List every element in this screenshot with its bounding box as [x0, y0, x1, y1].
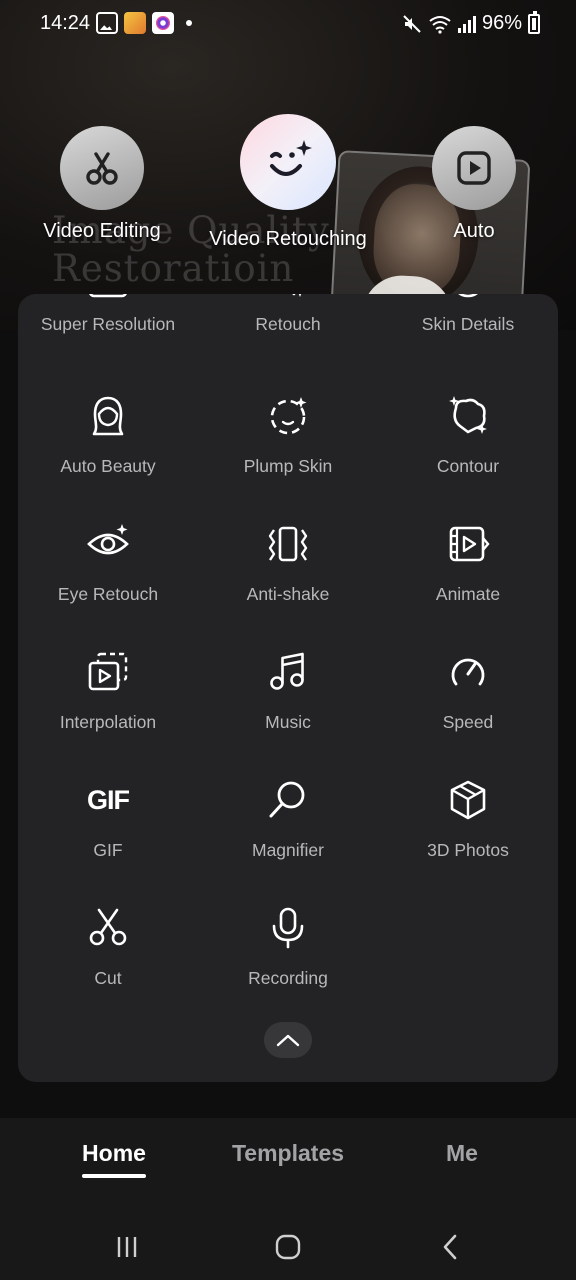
- status-time: 14:24: [40, 12, 91, 34]
- tool-interpolation[interactable]: Interpolation: [18, 650, 198, 770]
- video-editing-label: Video Editing: [43, 220, 161, 242]
- tool-label: 3D Photos: [427, 840, 509, 860]
- video-retouching-label: Video Retouching: [209, 228, 367, 250]
- animate-icon: [446, 522, 490, 566]
- tab-me[interactable]: Me: [422, 1140, 502, 1167]
- tool-label: Retouch: [255, 314, 321, 334]
- tool-super-resolution[interactable]: Super Resolution: [18, 294, 198, 400]
- music-note-icon: [266, 650, 310, 694]
- scissors-icon: [86, 906, 130, 950]
- tool-label: Auto Beauty: [60, 456, 156, 476]
- tool-eye-retouch[interactable]: Eye Retouch: [18, 522, 198, 642]
- scissors-icon: [86, 152, 118, 185]
- tool-label: Anti-shake: [246, 584, 330, 604]
- gallery-icon: [96, 12, 118, 34]
- tool-label: Recording: [248, 968, 328, 988]
- tool-label: Music: [265, 712, 311, 732]
- tool-label: Super Resolution: [40, 314, 176, 334]
- tool-label: Eye Retouch: [57, 584, 159, 604]
- video-editing-button[interactable]: Video Editing: [30, 126, 174, 243]
- tool-label: Magnifier: [252, 840, 324, 860]
- tool-animate[interactable]: Animate: [378, 522, 558, 642]
- tool-anti-shake[interactable]: Anti-shake: [198, 522, 378, 642]
- tool-plump-skin[interactable]: Plump Skin: [198, 394, 378, 514]
- tool-label: Contour: [436, 456, 500, 476]
- anti-shake-icon: [266, 522, 310, 566]
- auto-circle: [432, 126, 516, 210]
- more-notifications-dot: [186, 20, 192, 26]
- auto-label: Auto: [453, 220, 495, 242]
- magnifier-icon: [266, 778, 310, 822]
- tool-label: Cut: [94, 968, 122, 988]
- battery-percent: 96%: [481, 12, 522, 34]
- status-bar: 14:24 96%: [0, 0, 576, 48]
- tools-panel: Super Resolution Retouch Skin Details Au…: [18, 294, 558, 1082]
- tool-auto-beauty[interactable]: Auto Beauty: [18, 394, 198, 514]
- tool-label: Skin Details: [421, 314, 515, 334]
- active-tab-indicator: [82, 1174, 146, 1178]
- gif-icon: GIF: [87, 785, 130, 815]
- tool-3d-photos[interactable]: 3D Photos: [378, 778, 558, 898]
- tool-label: Plump Skin: [243, 456, 333, 476]
- tool-label: GIF: [93, 840, 123, 860]
- auto-button[interactable]: Auto: [426, 126, 522, 243]
- battery-icon: [528, 10, 540, 34]
- tab-home[interactable]: Home: [64, 1140, 164, 1167]
- tool-retouch[interactable]: Retouch: [198, 294, 378, 400]
- video-retouching-circle: [240, 114, 336, 210]
- home-icon: [275, 1234, 301, 1260]
- woman-face-icon: [86, 394, 130, 438]
- tool-magnifier[interactable]: Magnifier: [198, 778, 378, 898]
- tool-speed[interactable]: Speed: [378, 650, 558, 770]
- eye-icon: [86, 522, 130, 566]
- chevron-up-icon: [276, 1034, 300, 1047]
- tab-templates[interactable]: Templates: [218, 1140, 358, 1167]
- back-icon: [443, 1234, 457, 1260]
- signal-icon: [457, 15, 476, 33]
- play-icon: [457, 151, 491, 185]
- interpolation-icon: [86, 650, 130, 694]
- smile-sparkle-icon: [270, 140, 312, 176]
- status-indicators: 96%: [402, 10, 540, 35]
- tool-label: Interpolation: [59, 712, 157, 732]
- microphone-icon: [266, 906, 310, 950]
- system-navigation-bar: [0, 1214, 576, 1280]
- plump-face-icon: [266, 394, 310, 438]
- tool-label: Speed: [442, 712, 494, 732]
- back-button[interactable]: [430, 1230, 470, 1264]
- wifi-icon: [429, 15, 451, 34]
- notification-icons: [96, 12, 192, 34]
- speedometer-icon: [446, 650, 490, 694]
- mute-icon: [403, 14, 421, 33]
- app-icon: [124, 12, 146, 34]
- home-button[interactable]: [268, 1230, 308, 1264]
- recent-apps-button[interactable]: [107, 1230, 147, 1264]
- tool-skin-details[interactable]: Skin Details: [378, 294, 558, 400]
- tool-label: Animate: [435, 584, 501, 604]
- camera-app-icon: [152, 12, 174, 34]
- cube-icon: [446, 778, 490, 822]
- recent-apps-icon: [117, 1237, 137, 1257]
- tool-cut[interactable]: Cut: [18, 906, 198, 1026]
- bottom-tab-bar: Home Templates Me: [0, 1118, 576, 1214]
- video-editing-circle: [60, 126, 144, 210]
- video-retouching-button[interactable]: Video Retouching: [200, 114, 376, 251]
- tool-music[interactable]: Music: [198, 650, 378, 770]
- contour-icon: [446, 394, 490, 438]
- tool-gif[interactable]: GIF GIF: [18, 778, 198, 898]
- collapse-button[interactable]: [264, 1022, 312, 1058]
- tool-recording[interactable]: Recording: [198, 906, 378, 1026]
- tool-contour[interactable]: Contour: [378, 394, 558, 514]
